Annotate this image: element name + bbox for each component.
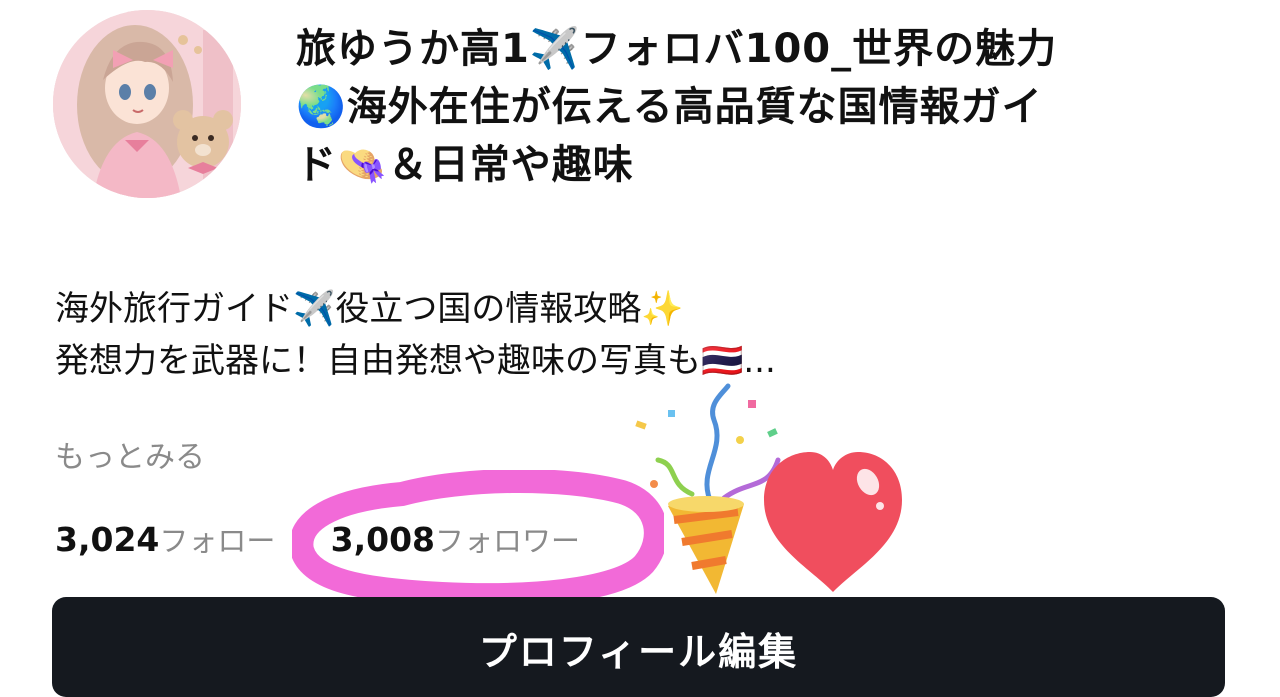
- following-stat[interactable]: 3,024フォロー: [55, 518, 275, 560]
- edit-profile-label: プロフィール編集: [478, 630, 799, 674]
- followers-stat[interactable]: 3,008フォロワー: [331, 518, 580, 560]
- following-count: 3,024: [55, 520, 160, 559]
- followers-count: 3,008: [330, 520, 436, 559]
- bio-line: 海外旅行ガイド✈️役立つ国の情報攻略✨: [55, 289, 684, 329]
- edit-profile-button[interactable]: プロフィール編集: [52, 597, 1225, 697]
- show-more-link[interactable]: もっとみる: [55, 432, 205, 476]
- display-name: 旅ゆうか高1✈️フォロバ100_世界の魅力 🌏海外在住が伝える高品質な国情報ガイ…: [296, 20, 1236, 194]
- follow-stats: 3,024フォロー 3,008フォロワー: [55, 518, 626, 560]
- avatar-illustration: [53, 10, 241, 198]
- display-name-line: 旅ゆうか高1✈️フォロバ100_世界の魅力: [296, 26, 1058, 72]
- following-label: フォロー: [159, 524, 276, 558]
- display-name-line: 🌏海外在住が伝える高品質な国情報ガイ: [296, 84, 1043, 130]
- heart-icon: [764, 452, 902, 592]
- bio-line: 発想力を武器に！自由発想や趣味の写真も🇹🇭...: [55, 341, 776, 381]
- profile-bio: 海外旅行ガイド✈️役立つ国の情報攻略✨ 発想力を武器に！自由発想や趣味の写真も🇹…: [55, 283, 1055, 387]
- display-name-line: ド👒＆日常や趣味: [296, 142, 634, 188]
- followers-label: フォロワー: [435, 524, 581, 558]
- party-popper-icon: [635, 383, 781, 594]
- avatar[interactable]: [53, 10, 241, 198]
